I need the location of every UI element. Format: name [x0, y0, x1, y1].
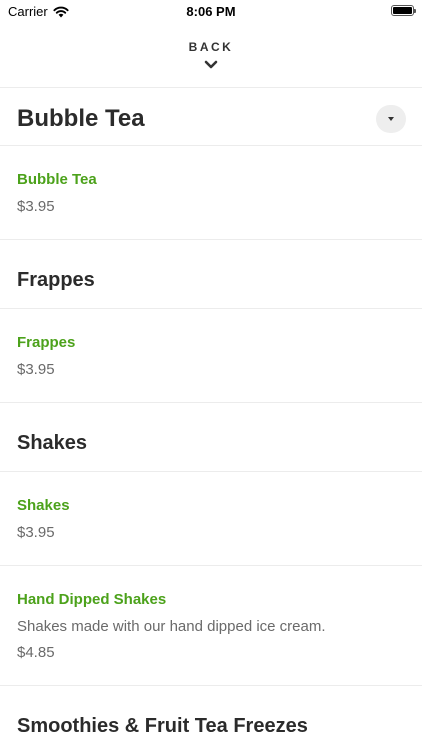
- item-description: Shakes made with our hand dipped ice cre…: [17, 618, 326, 635]
- battery-icon: [391, 5, 416, 16]
- status-time: 8:06 PM: [186, 4, 236, 19]
- menu-item-frappes[interactable]: Frappes $3.95: [0, 309, 422, 403]
- back-label: BACK: [188, 40, 234, 54]
- item-price: $3.95: [17, 361, 55, 378]
- item-name: Hand Dipped Shakes: [17, 591, 167, 608]
- collapse-button[interactable]: [376, 105, 406, 133]
- item-price: $4.85: [17, 644, 55, 661]
- chevron-down-icon: [204, 60, 218, 69]
- item-name: Frappes: [17, 334, 76, 351]
- category-header-bubble-tea: Bubble Tea: [0, 89, 422, 146]
- back-button[interactable]: BACK: [0, 24, 422, 88]
- menu-item-shakes[interactable]: Shakes $3.95: [0, 472, 422, 566]
- category-title: Shakes: [17, 432, 88, 454]
- item-price: $3.95: [17, 524, 55, 541]
- caret-down-icon: [388, 117, 394, 121]
- menu-item-hand-dipped-shakes[interactable]: Hand Dipped Shakes Shakes made with our …: [0, 566, 422, 686]
- category-header-shakes: Shakes: [0, 403, 422, 472]
- item-price: $3.95: [17, 198, 55, 215]
- category-title: Bubble Tea: [17, 105, 145, 132]
- category-title: Frappes: [17, 269, 95, 291]
- item-name: Bubble Tea: [17, 171, 97, 188]
- category-header-frappes: Frappes: [0, 240, 422, 309]
- status-bar: Carrier 8:06 PM: [0, 0, 422, 24]
- item-name: Shakes: [17, 497, 70, 514]
- menu-item-bubble-tea[interactable]: Bubble Tea $3.95: [0, 146, 422, 240]
- category-header-smoothies: Smoothies & Fruit Tea Freezes: [0, 686, 422, 750]
- category-title: Smoothies & Fruit Tea Freezes: [17, 715, 308, 737]
